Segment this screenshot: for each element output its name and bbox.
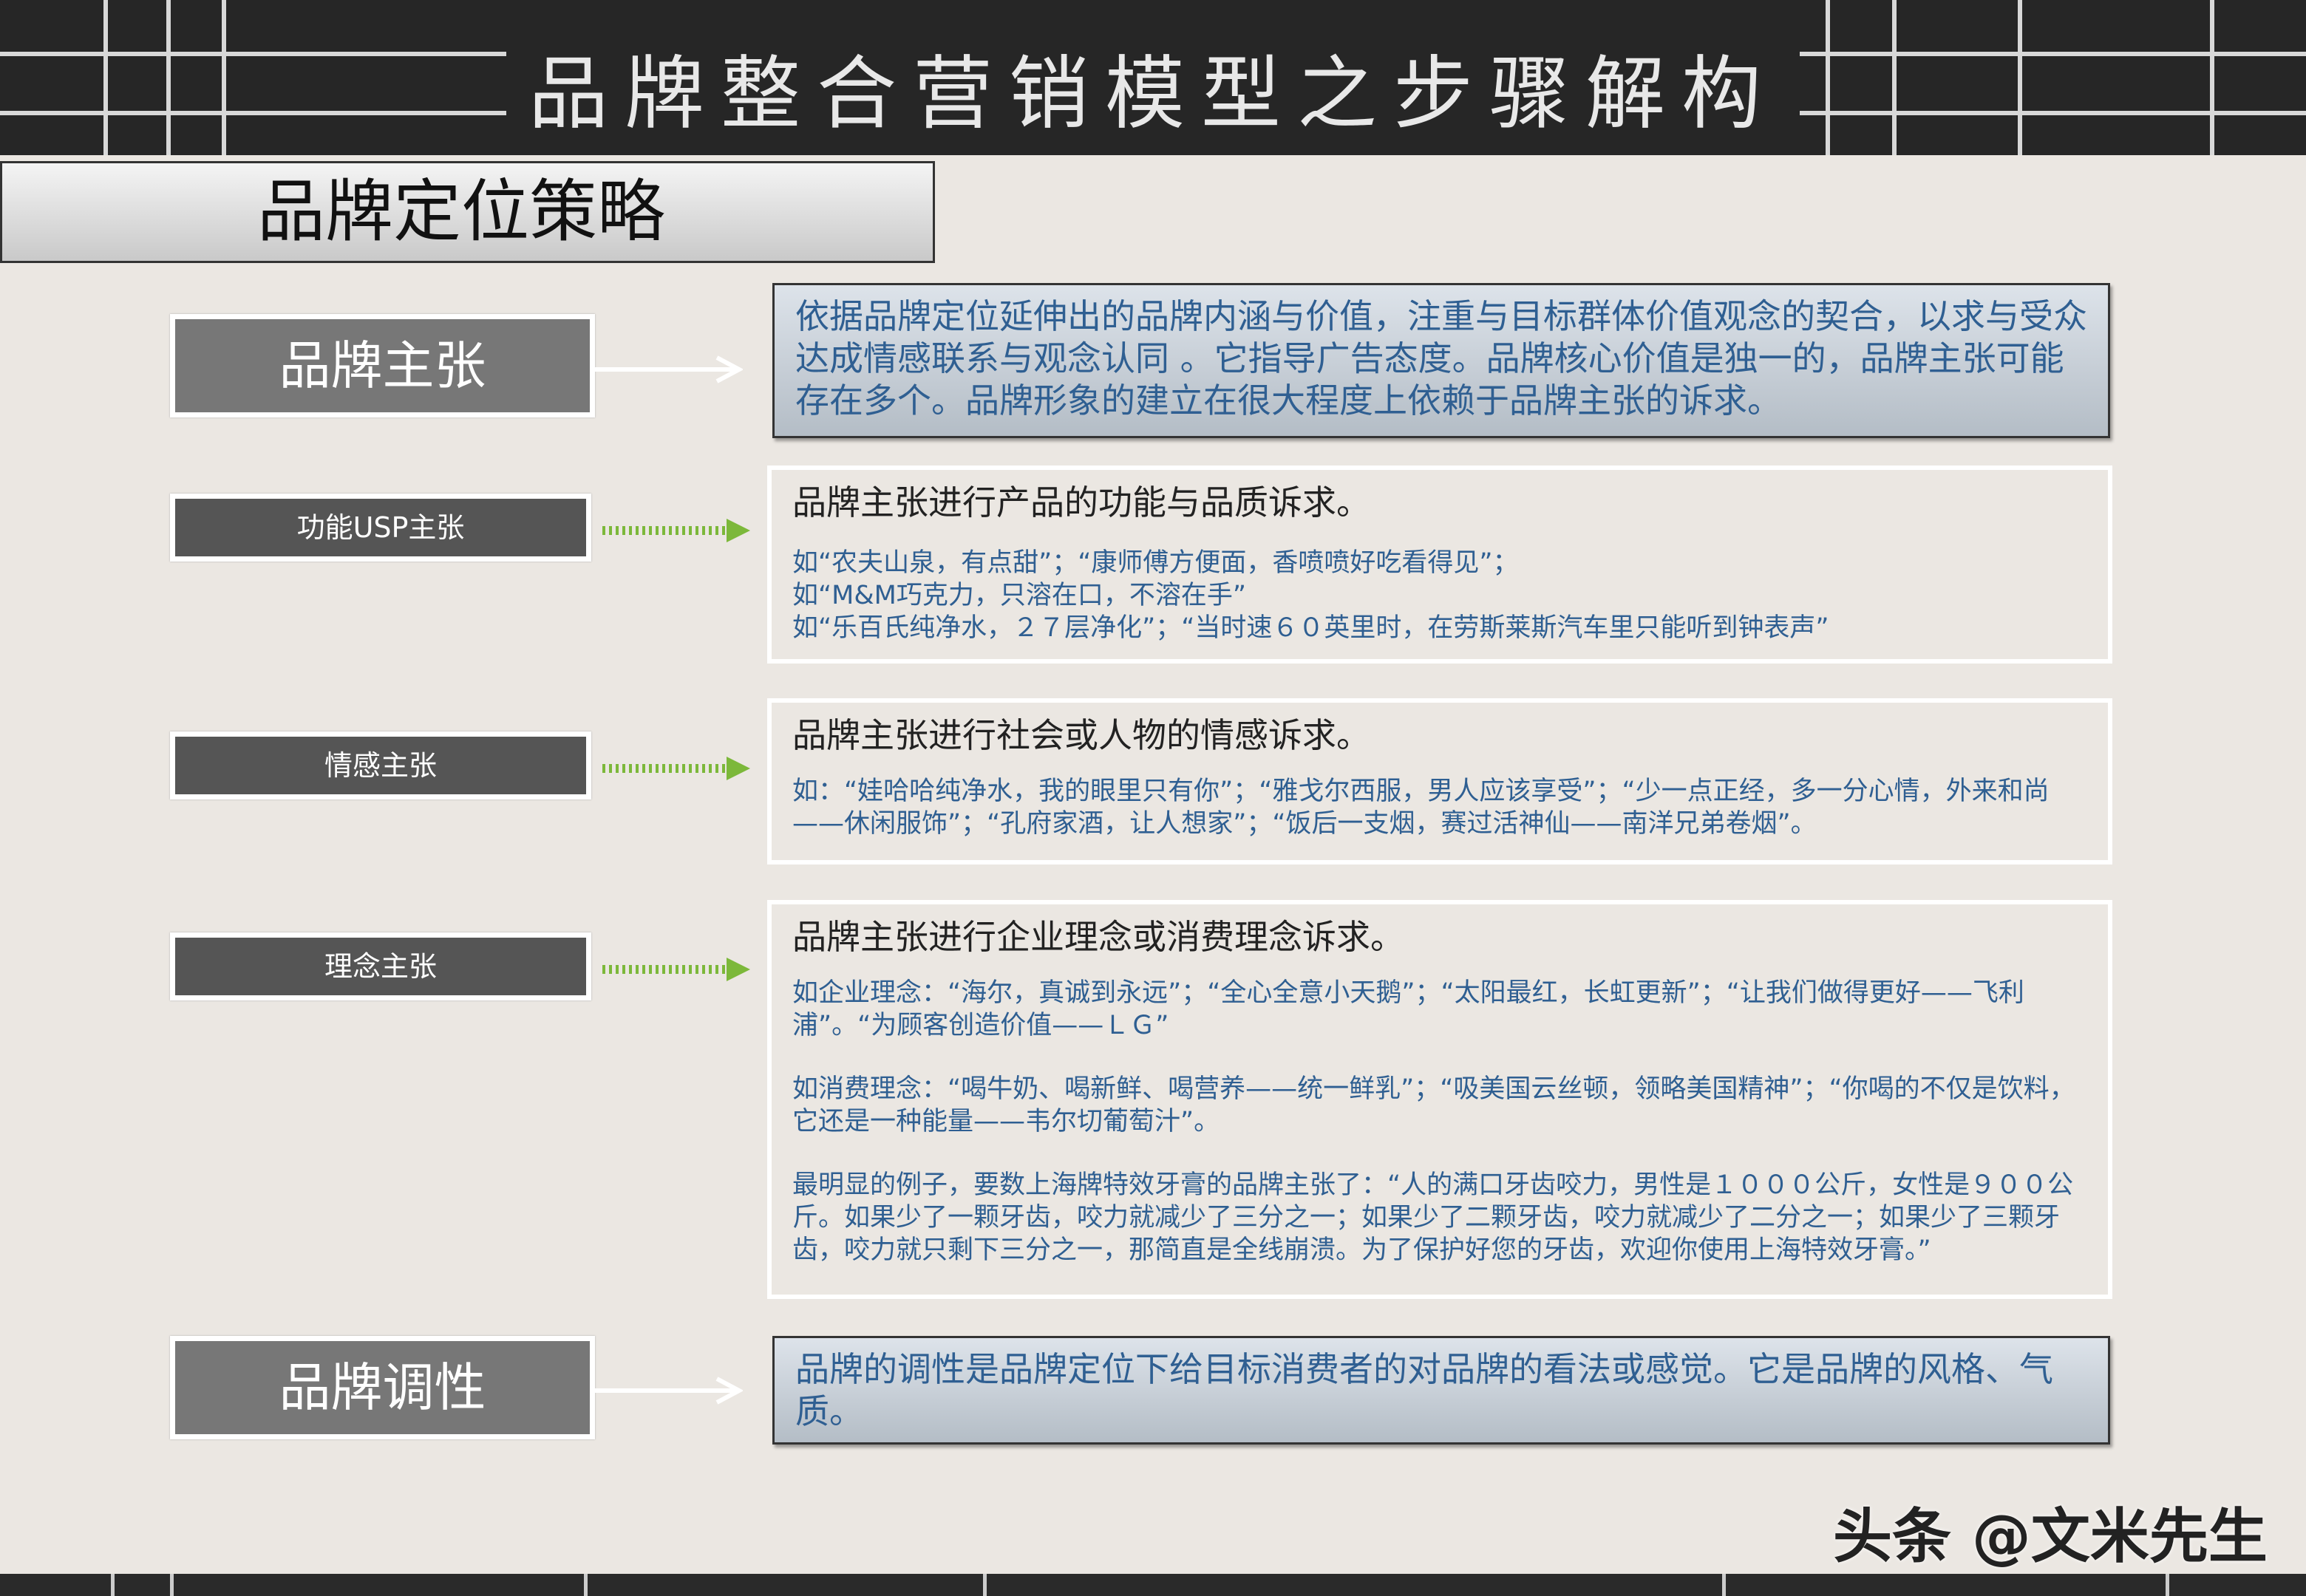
concept-lead: 品牌主张进行企业理念或消费理念诉求。	[792, 915, 2087, 959]
label-brand-proposition: 品牌主张	[170, 314, 595, 417]
usp-example: 如“农夫山泉，有点甜”；“康师傅方便面，香喷喷好吃看得见”；	[792, 547, 2087, 579]
section-title: 品牌定位策略	[0, 161, 935, 263]
concept-card: 品牌主张进行企业理念或消费理念诉求。 如企业理念：“海尔，真诚到永远”；“全心全…	[767, 900, 2112, 1299]
brand-proposition-description: 依据品牌定位延伸出的品牌内涵与价值，注重与目标群体价值观念的契合，以求与受众达成…	[772, 283, 2110, 438]
usp-lead: 品牌主张进行产品的功能与品质诉求。	[792, 480, 2087, 525]
page-title: 品牌整合营销模型之步骤解构	[0, 30, 2306, 145]
dotted-arrow-icon	[602, 516, 750, 545]
usp-example: 如“乐百氏纯净水，２７层净化”；“当时速６０英里时，在劳斯莱斯汽车里只能听到钟表…	[792, 612, 2087, 644]
emotional-card: 品牌主张进行社会或人物的情感诉求。 如：“娃哈哈纯净水，我的眼里只有你”；“雅戈…	[767, 698, 2112, 864]
emotional-example: 如：“娃哈哈纯净水，我的眼里只有你”；“雅戈尔西服，男人应该享受”；“少一点正经…	[792, 775, 2087, 840]
label-concept: 理念主张	[170, 932, 591, 1000]
emotional-lead: 品牌主张进行社会或人物的情感诉求。	[792, 713, 2087, 757]
concept-example: 如企业理念：“海尔，真诚到永远”；“全心全意小天鹅”；“太阳最红，长虹更新”；“…	[792, 977, 2087, 1042]
dotted-arrow-icon	[602, 955, 750, 984]
watermark: 头条 @文米先生	[1833, 1489, 2268, 1575]
usp-card: 品牌主张进行产品的功能与品质诉求。 如“农夫山泉，有点甜”；“康师傅方便面，香喷…	[767, 466, 2112, 664]
arrow-icon	[595, 355, 743, 384]
footer-bar	[0, 1574, 2306, 1596]
concept-example: 如消费理念：“喝牛奶、喝新鲜、喝营养——统一鲜乳”；“吸美国云丝顿，领略美国精神…	[792, 1073, 2087, 1138]
arrow-icon	[595, 1376, 743, 1405]
usp-example: 如“M&M巧克力，只溶在口，不溶在手”	[792, 579, 2087, 612]
concept-example: 最明显的例子，要数上海牌特效牙膏的品牌主张了：“人的满口牙齿咬力，男性是１０００…	[792, 1169, 2087, 1266]
header-banner: 品牌整合营销模型之步骤解构	[0, 0, 2306, 155]
dotted-arrow-icon	[602, 754, 750, 783]
label-usp: 功能USP主张	[170, 494, 591, 562]
label-brand-tone: 品牌调性	[170, 1336, 595, 1439]
label-emotional: 情感主张	[170, 732, 591, 799]
brand-tone-description: 品牌的调性是品牌定位下给目标消费者的对品牌的看法或感觉。它是品牌的风格、气质。	[772, 1336, 2110, 1445]
